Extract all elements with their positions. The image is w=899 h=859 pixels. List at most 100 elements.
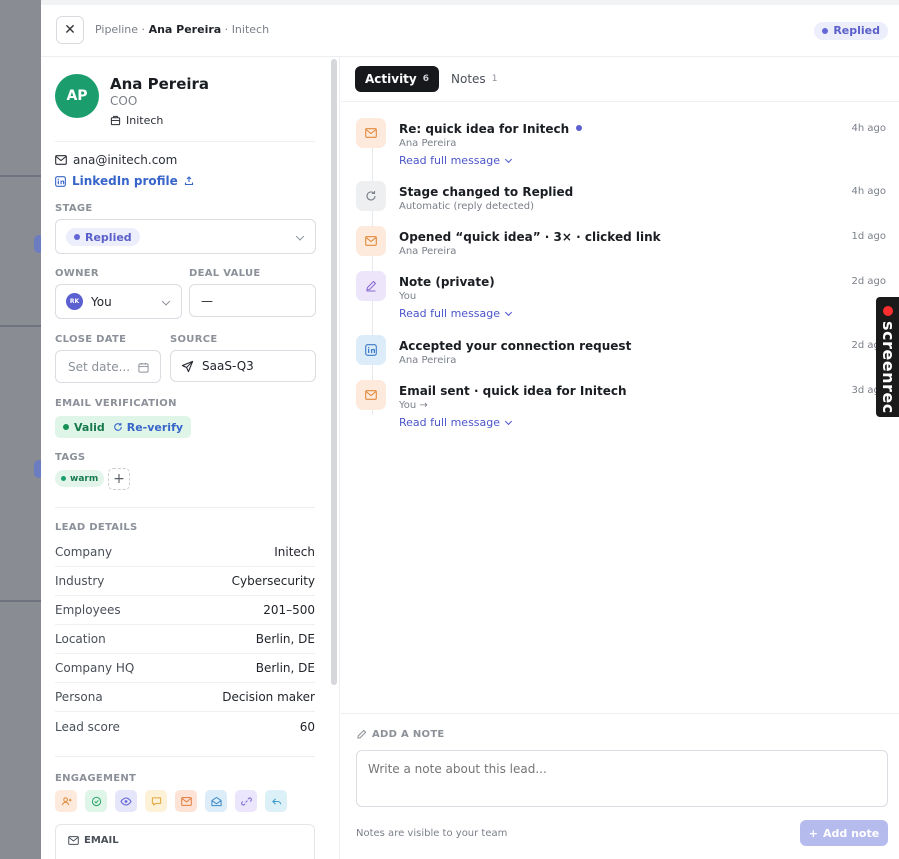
background-divider (0, 600, 41, 602)
lead-details-label: LEAD DETAILS (55, 522, 138, 533)
detail-key: Company (55, 545, 113, 559)
detail-row-lead-score: Lead score 60 (55, 712, 315, 741)
source-value: SaaS-Q3 (202, 359, 254, 373)
activity-time: 4h ago (851, 123, 886, 134)
email-address[interactable]: ana@initech.com (73, 153, 177, 167)
tag-chip[interactable]: warm (55, 470, 105, 487)
detail-key: Location (55, 632, 106, 646)
source-input[interactable]: SaaS-Q3 (170, 350, 316, 382)
lead-name: Ana Pereira (110, 75, 210, 93)
tab-count: 6 (422, 74, 430, 84)
activity-subtitle: Automatic (reply detected) (399, 201, 535, 212)
check-circle-icon[interactable] (85, 790, 107, 812)
avatar: AP (55, 74, 99, 118)
tag-label: warm (70, 473, 99, 484)
chevron-down-icon (504, 308, 513, 316)
activity-item[interactable]: Note (private) You 2d ago Read full mess… (356, 271, 886, 321)
close-date-input[interactable]: Set date... (55, 350, 161, 383)
detail-row-location: Location Berlin, DE (55, 625, 315, 654)
activity-time: 4h ago (851, 186, 886, 197)
mail-icon[interactable] (175, 790, 197, 812)
link-icon[interactable] (235, 790, 257, 812)
mail-open-icon[interactable] (205, 790, 227, 812)
tab-label: Activity (365, 72, 417, 86)
sidebar-scrollbar[interactable] (331, 59, 337, 685)
plus-icon: + (808, 826, 818, 840)
add-tag-button[interactable]: + (108, 468, 130, 490)
read-full-message-link[interactable]: Read full message (399, 307, 513, 320)
external-link-icon (184, 176, 193, 186)
detail-row-persona: Persona Decision maker (55, 683, 315, 712)
reverify-button[interactable]: Re-verify (113, 421, 183, 434)
activity-item[interactable]: Re: quick idea for Initech Ana Pereira 4… (356, 118, 886, 168)
chevron-down-icon (295, 231, 305, 241)
deal-value-input[interactable]: — (189, 284, 316, 317)
detail-row-industry: Industry Cybersecurity (55, 567, 315, 596)
divider (55, 507, 315, 508)
reverify-label: Re-verify (126, 420, 184, 434)
activity-item[interactable]: Accepted your connection request Ana Per… (356, 335, 886, 367)
company-name: Initech (126, 114, 164, 127)
detail-value: Cybersecurity (231, 574, 315, 588)
tab-notes[interactable]: Notes 1 (447, 66, 501, 92)
close-button[interactable]: ✕ (56, 16, 84, 44)
read-full-message-link[interactable]: Read full message (399, 154, 513, 167)
owner-label: OWNER (55, 268, 99, 279)
activity-subtitle: Ana Pereira (399, 138, 457, 149)
building-icon (110, 115, 121, 126)
tab-activity[interactable]: Activity 6 (355, 66, 440, 92)
owner-select[interactable]: RK You (55, 284, 182, 319)
activity-pane: Activity 6 Notes 1 Re: quick idea for In… (341, 57, 899, 859)
detail-key: Persona (55, 690, 103, 704)
chat-icon[interactable] (145, 790, 167, 812)
detail-value: Berlin, DE (255, 661, 315, 675)
detail-value: Berlin, DE (255, 632, 315, 646)
linkedin-row[interactable]: LinkedIn profile (55, 174, 194, 188)
activity-time: 2d ago (851, 276, 886, 287)
mail-icon (356, 226, 386, 256)
stage-label: STAGE (55, 203, 93, 214)
breadcrumb-separator: · (221, 23, 232, 36)
add-note-button[interactable]: + Add note (800, 820, 888, 846)
activity-subtitle: You → (399, 400, 428, 411)
activity-item[interactable]: Stage changed to Replied Automatic (repl… (356, 181, 886, 213)
owner-avatar: RK (66, 293, 83, 310)
close-icon: ✕ (64, 22, 76, 38)
pencil-icon (357, 729, 367, 739)
activity-title: Stage changed to Replied (399, 185, 574, 199)
chevron-down-icon (504, 417, 513, 425)
user-plus-icon[interactable] (55, 790, 77, 812)
activity-item[interactable]: Email sent · quick idea for Initech You … (356, 380, 886, 430)
refresh-icon (113, 422, 122, 431)
stage-select[interactable]: Replied (55, 219, 316, 254)
tab-bar: Activity 6 Notes 1 (355, 66, 501, 92)
detail-key: Company HQ (55, 661, 135, 675)
activity-subtitle: Ana Pereira (399, 246, 457, 257)
reply-icon[interactable] (265, 790, 287, 812)
email-card-header: EMAIL (68, 835, 119, 846)
plus-icon: + (113, 471, 125, 487)
detail-row-employees: Employees 201–500 (55, 596, 315, 625)
mail-icon (356, 118, 386, 148)
unread-indicator (576, 125, 583, 131)
tags-label: TAGS (55, 452, 86, 463)
screenrec-recording-widget[interactable]: screenrec (876, 297, 899, 417)
email-row: ana@initech.com (55, 153, 177, 167)
note-textarea[interactable] (356, 750, 888, 807)
activity-item[interactable]: Opened “quick idea” · 3× · clicked link … (356, 226, 886, 258)
eye-icon[interactable] (115, 790, 137, 812)
calendar-icon (138, 362, 149, 373)
breadcrumb-pipeline[interactable]: Pipeline (95, 23, 138, 36)
deal-value-label: DEAL VALUE (189, 268, 261, 279)
read-full-message-link[interactable]: Read full message (399, 416, 513, 429)
background-list (0, 0, 44, 859)
lead-sidebar: AP Ana Pereira COO Initech ana@initech.c… (41, 57, 340, 859)
activity-time: 1d ago (851, 231, 886, 242)
screenrec-logo: screenrec (879, 321, 898, 414)
close-date-label: CLOSE DATE (55, 334, 127, 345)
linkedin-icon (356, 335, 386, 365)
verification-status: Valid (63, 421, 105, 434)
activity-subtitle: You (399, 291, 417, 302)
linkedin-link[interactable]: LinkedIn profile (72, 174, 178, 188)
detail-key: Industry (55, 574, 105, 588)
